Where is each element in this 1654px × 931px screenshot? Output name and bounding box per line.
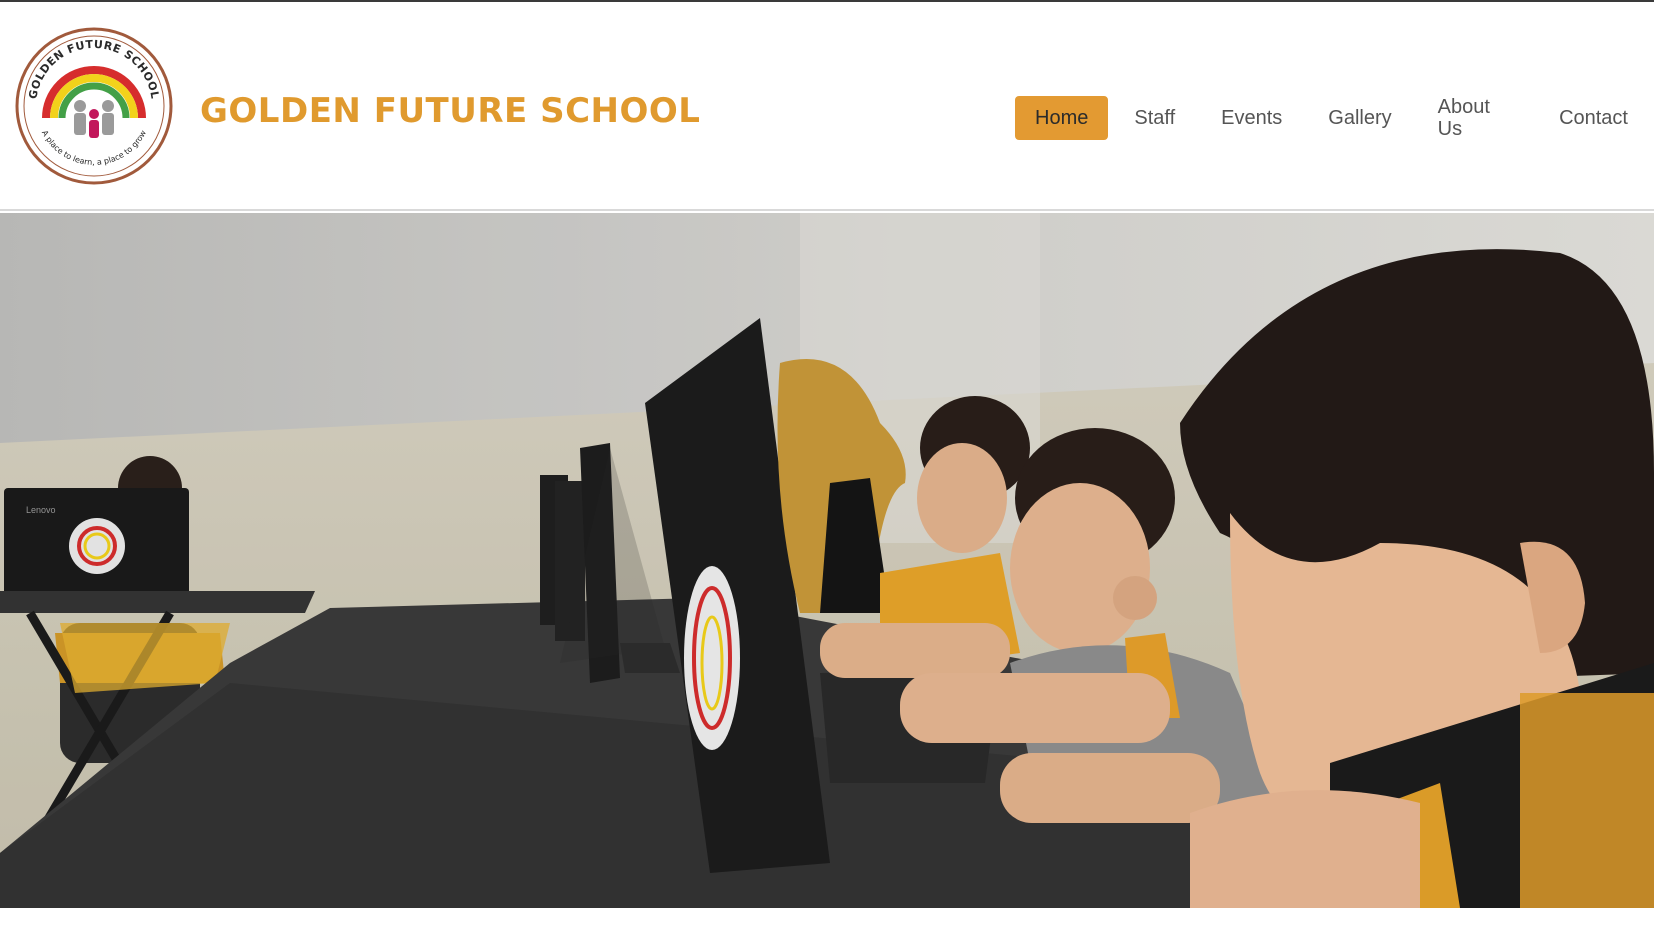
- classroom-photo: Lenovo: [0, 213, 1654, 908]
- nav-events[interactable]: Events: [1201, 96, 1302, 140]
- nav-gallery[interactable]: Gallery: [1308, 96, 1411, 140]
- main-nav: Home Staff Events Gallery About Us Conta…: [1015, 85, 1654, 151]
- nav-staff[interactable]: Staff: [1114, 96, 1195, 140]
- hero-image: Lenovo: [0, 213, 1654, 908]
- school-logo[interactable]: GOLDEN FUTURE SCHOOL A place to learn, a…: [14, 26, 174, 186]
- site-header: GOLDEN FUTURE SCHOOL A place to learn, a…: [0, 2, 1654, 211]
- site-title[interactable]: GOLDEN FUTURE SCHOOL: [200, 91, 700, 131]
- nav-about-us[interactable]: About Us: [1418, 85, 1533, 151]
- page-bottom: [0, 908, 1654, 931]
- nav-contact[interactable]: Contact: [1539, 96, 1648, 140]
- nav-home[interactable]: Home: [1015, 96, 1109, 140]
